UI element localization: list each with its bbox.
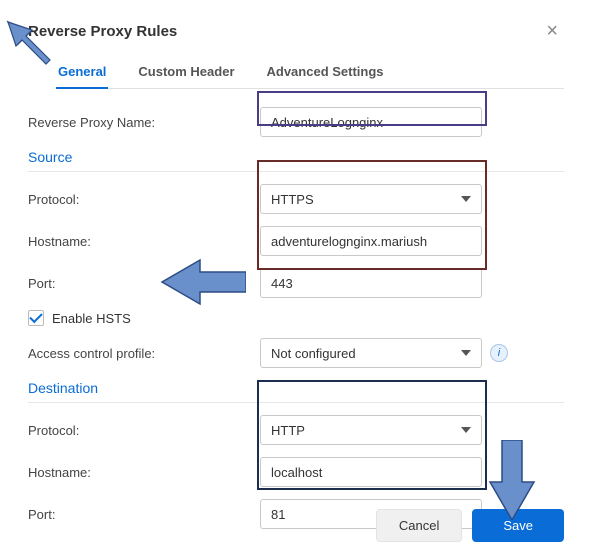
acp-select[interactable]: Not configured: [260, 338, 482, 368]
cancel-button[interactable]: Cancel: [376, 509, 462, 542]
dst-port-label: Port:: [28, 507, 260, 522]
src-protocol-select[interactable]: HTTPS: [260, 184, 482, 214]
dst-hostname-input[interactable]: [260, 457, 482, 487]
acp-value: Not configured: [271, 346, 356, 361]
enable-hsts-checkbox[interactable]: [28, 310, 44, 326]
tab-bar: General Custom Header Advanced Settings: [56, 55, 564, 89]
src-port-input[interactable]: [260, 268, 482, 298]
src-protocol-label: Protocol:: [28, 192, 260, 207]
tab-advanced-settings[interactable]: Advanced Settings: [265, 56, 386, 89]
name-label: Reverse Proxy Name:: [28, 115, 260, 130]
dst-protocol-select[interactable]: HTTP: [260, 415, 482, 445]
acp-label: Access control profile:: [28, 346, 260, 361]
dialog-title: Reverse Proxy Rules: [28, 23, 177, 40]
chevron-down-icon: [461, 196, 471, 202]
src-hostname-label: Hostname:: [28, 234, 260, 249]
close-icon[interactable]: ×: [540, 18, 564, 45]
save-button[interactable]: Save: [472, 509, 564, 542]
source-heading: Source: [28, 149, 564, 172]
enable-hsts-label: Enable HSTS: [52, 311, 131, 326]
src-hostname-input[interactable]: [260, 226, 482, 256]
dst-hostname-label: Hostname:: [28, 465, 260, 480]
chevron-down-icon: [461, 427, 471, 433]
chevron-down-icon: [461, 350, 471, 356]
src-port-label: Port:: [28, 276, 260, 291]
dst-protocol-value: HTTP: [271, 423, 305, 438]
info-icon[interactable]: i: [490, 344, 508, 362]
button-bar: Cancel Save: [376, 509, 564, 542]
src-protocol-value: HTTPS: [271, 192, 314, 207]
tab-custom-header[interactable]: Custom Header: [136, 56, 236, 89]
tab-general[interactable]: General: [56, 56, 108, 89]
reverse-proxy-name-input[interactable]: [260, 107, 482, 137]
dst-protocol-label: Protocol:: [28, 423, 260, 438]
destination-heading: Destination: [28, 380, 564, 403]
